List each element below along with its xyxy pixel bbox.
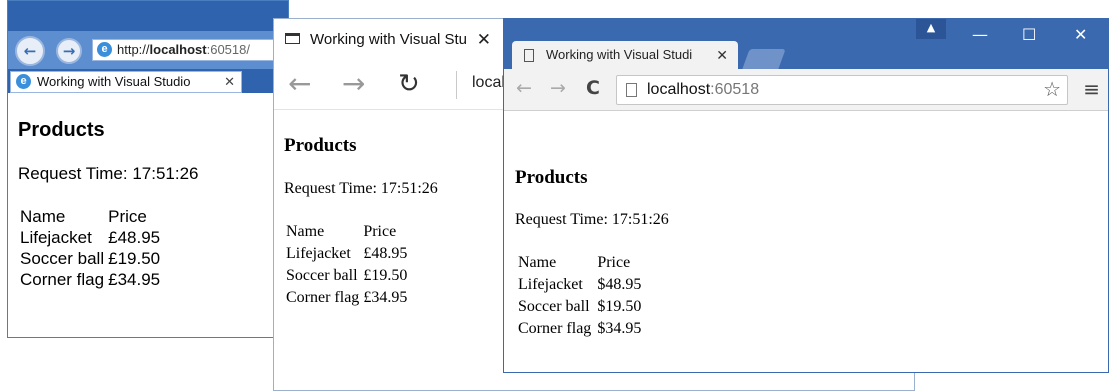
products-table: Name Price Lifejacket £48.95 Soccer ball… [284,221,409,309]
edge-tab-title: Working with Visual Stu [310,31,468,48]
ie-address-bar[interactable]: e http://localhost:60518/ [92,39,288,61]
ie-address-protocol: http:// [117,42,150,57]
page-heading: Products [515,167,588,188]
product-price: £48.95 [363,245,408,262]
chrome-tab-title: Working with Visual Studi [546,47,693,62]
product-name: Corner flag [20,270,105,289]
table-row: Soccer ball £19.50 [284,265,409,287]
table-row: Soccer ball £19.50 [18,249,162,270]
refresh-icon[interactable]: ↻ [398,69,420,99]
column-header: Name [286,223,325,240]
table-row: Lifejacket £48.95 [18,228,162,249]
back-arrow-icon[interactable]: ← [288,67,311,100]
product-price: $48.95 [597,276,642,293]
back-arrow-icon[interactable]: ← [516,77,532,99]
product-price: £34.95 [108,270,161,289]
product-name: Lifejacket [286,245,351,262]
ie-window: ← → e http://localhost:60518/ e Working w… [7,0,289,338]
new-tab-button[interactable] [742,49,786,69]
request-time: Request Time: 17:51:26 [284,180,438,197]
menu-icon[interactable]: ≡ [1083,77,1100,101]
forward-arrow-icon: → [62,42,76,60]
chrome-window: Working with Visual Studi ✕ ▲ — ☐ ✕ ← → … [503,18,1109,373]
product-price: £19.50 [363,267,408,284]
ie-tab[interactable]: e Working with Visual Studio ✕ [10,71,242,93]
close-tab-icon[interactable]: ✕ [224,72,235,92]
column-header: Price [363,223,397,240]
product-price: £48.95 [108,228,161,247]
page-icon [626,83,637,97]
request-time: Request Time: 17:51:26 [18,164,199,183]
ie-tab-favicon-icon: e [16,74,31,89]
table-row: Corner flag $34.95 [515,318,644,340]
product-price: £19.50 [108,249,161,268]
table-row: Lifejacket £48.95 [284,243,409,265]
page-heading: Products [18,119,105,141]
forward-arrow-icon[interactable]: → [342,67,365,100]
product-price: £34.95 [363,289,408,306]
page-heading: Products [284,135,357,156]
edge-page-content: Products Request Time: 17:51:26 Name Pri… [284,135,438,306]
product-name: Soccer ball [20,249,105,268]
products-table: Name Price Lifejacket $48.95 Soccer ball… [515,252,644,340]
table-header-row: Name Price [18,207,162,228]
product-price: $34.95 [597,320,642,337]
address-host: localhost [647,81,711,98]
table-row: Corner flag £34.95 [284,287,409,309]
address-port: :60518 [710,81,760,98]
ie-page-content: Products Request Time: 17:51:26 Name Pri… [18,119,199,289]
ie-address-port: :60518/ [206,42,250,57]
forward-arrow-icon[interactable]: → [550,77,566,99]
close-tab-icon[interactable]: ✕ [716,41,728,69]
ie-tab-title: Working with Visual Studio [37,74,191,89]
table-header-row: Name Price [284,221,409,243]
close-tab-icon[interactable]: ✕ [477,19,491,61]
chrome-page-content: Products Request Time: 17:51:26 Name Pri… [515,167,669,337]
ie-logo-icon: e [97,42,112,57]
ie-back-button[interactable]: ← [15,36,45,66]
back-arrow-icon: ← [23,42,37,60]
column-header: Price [597,254,631,271]
table-header-row: Name Price [515,252,644,274]
column-header: Name [20,207,66,226]
column-header: Name [518,254,557,271]
product-name: Corner flag [518,320,592,337]
ie-forward-button[interactable]: → [56,38,82,64]
product-name: Soccer ball [286,267,358,284]
product-name: Lifejacket [20,228,92,247]
product-name: Lifejacket [518,276,583,293]
user-icon[interactable]: ▲ [916,19,946,39]
page-icon [524,49,534,62]
toolbar-divider [456,71,457,99]
ie-address-host: localhost [149,42,207,57]
products-table: Name Price Lifejacket £48.95 Soccer ball… [18,207,162,291]
table-row: Soccer ball $19.50 [515,296,644,318]
chrome-tab[interactable]: Working with Visual Studi ✕ [512,41,738,69]
request-time: Request Time: 17:51:26 [515,211,669,228]
minimize-icon[interactable]: — [972,25,988,44]
product-name: Corner flag [286,289,360,306]
bookmark-star-icon[interactable]: ☆ [1043,76,1061,104]
page-icon [285,33,300,44]
table-row: Corner flag £34.95 [18,270,162,291]
product-name: Soccer ball [518,298,590,315]
edge-tab[interactable]: Working with Visual Stu ✕ [274,19,504,61]
chrome-toolbar: ← → C localhost:60518 ☆ ≡ [504,69,1108,111]
product-price: $19.50 [597,298,642,315]
reload-icon[interactable]: C [586,77,600,99]
chrome-address-bar[interactable]: localhost:60518 ☆ [616,75,1068,105]
edge-address-bar[interactable]: local [472,74,505,92]
close-window-icon[interactable]: ✕ [1074,25,1087,44]
column-header: Price [108,207,147,226]
table-row: Lifejacket $48.95 [515,274,644,296]
maximize-icon[interactable]: ☐ [1022,25,1036,44]
